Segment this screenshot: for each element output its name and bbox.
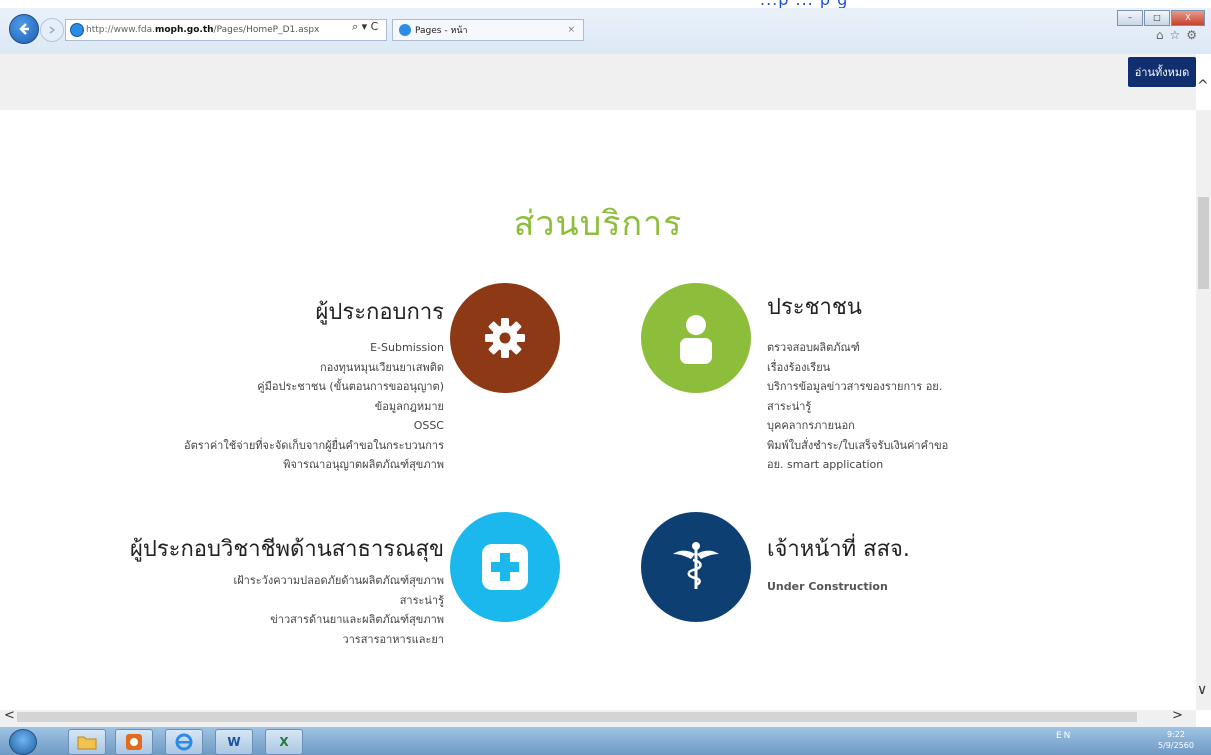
list-item[interactable]: พิจารณาอนุญาตผลิตภัณฑ์สุขภาพ bbox=[184, 455, 444, 475]
list-item[interactable]: สาระน่ารู้ bbox=[233, 591, 444, 611]
list-item[interactable]: กองทุนหมุนเวียนยาเสพติด bbox=[184, 358, 444, 378]
vertical-scroll-thumb[interactable] bbox=[1198, 197, 1209, 289]
operators-heading[interactable]: ผู้ประกอบการ bbox=[316, 294, 444, 329]
list-item[interactable]: เฝ้าระวังความปลอดภัยด้านผลิตภัณฑ์สุขภาพ bbox=[233, 571, 444, 591]
url-domain: moph.go.th bbox=[154, 25, 214, 35]
ie-task[interactable] bbox=[165, 729, 203, 755]
page-header-area bbox=[0, 54, 1196, 110]
clock-time: 9:22 bbox=[1166, 730, 1185, 739]
browser-toolbar: http://www.fda. moph.go.th/Pages/HomeP_D1… bbox=[0, 8, 1211, 54]
caduceus-icon bbox=[673, 542, 719, 589]
close-window-button[interactable]: X bbox=[1171, 10, 1205, 26]
start-button[interactable] bbox=[9, 729, 37, 755]
list-item[interactable]: คู่มือประชาชน (ขั้นตอนการขออนุญาต) bbox=[184, 377, 444, 397]
browser-tab[interactable]: Pages - หน้า × bbox=[392, 19, 584, 41]
professionals-circle[interactable] bbox=[450, 512, 560, 622]
public-heading[interactable]: ประชาชน bbox=[767, 289, 862, 324]
window-controls: – □ X bbox=[1116, 10, 1205, 26]
list-item[interactable]: พิมพ์ใบสั่งชำระ/ใบเสร็จรับเงินค่าคำขอ bbox=[767, 436, 948, 456]
scroll-down-icon[interactable]: ∨ bbox=[1197, 682, 1207, 698]
public-list: ตรวจสอบผลิตภัณฑ์ เรื่องร้องเรียน บริการข… bbox=[767, 338, 948, 475]
person-icon bbox=[680, 315, 712, 364]
ie-icon bbox=[175, 733, 193, 751]
scroll-left-icon[interactable]: < bbox=[4, 708, 15, 723]
read-all-button[interactable]: อ่านทั้งหมด bbox=[1128, 57, 1196, 87]
list-item[interactable]: อย. smart application bbox=[767, 455, 948, 475]
top-link-text[interactable]: ...p ... p g bbox=[760, 0, 848, 8]
list-item[interactable]: บริการข้อมูลข่าวสารของรายการ อย. bbox=[767, 377, 948, 397]
top-strip: ...p ... p g bbox=[0, 0, 1211, 8]
scroll-right-icon[interactable]: > bbox=[1172, 708, 1183, 723]
list-item[interactable]: บุคคลากรภายนอก bbox=[767, 416, 948, 436]
address-bar[interactable]: http://www.fda. moph.go.th/Pages/HomeP_D1… bbox=[65, 19, 387, 41]
horizontal-scroll-thumb[interactable] bbox=[17, 712, 1137, 722]
media-player-icon bbox=[126, 734, 142, 750]
gear-icon bbox=[485, 318, 525, 358]
home-star-gear-icons[interactable]: ⌂☆⚙ bbox=[1156, 28, 1203, 42]
list-item[interactable]: เรื่องร้องเรียน bbox=[767, 358, 948, 378]
operators-list: E-Submission กองทุนหมุนเวียนยาเสพติด คู่… bbox=[184, 338, 444, 475]
ie-page-icon bbox=[70, 23, 84, 37]
list-item[interactable]: สาระน่ารู้ bbox=[767, 397, 948, 417]
tab-title: Pages - หน้า bbox=[415, 26, 468, 36]
maximize-button[interactable]: □ bbox=[1144, 10, 1170, 26]
public-circle[interactable] bbox=[641, 283, 751, 393]
list-item[interactable]: OSSC bbox=[184, 416, 444, 436]
url-suffix: /Pages/HomeP_D1.aspx bbox=[213, 25, 320, 35]
tab-close-icon[interactable]: × bbox=[567, 25, 575, 35]
list-item[interactable]: ข่าวสารด้านยาและผลิตภัณฑ์สุขภาพ bbox=[233, 610, 444, 630]
staff-list: Under Construction bbox=[767, 577, 888, 597]
system-tray[interactable]: EN bbox=[1056, 731, 1072, 741]
word-task[interactable]: W bbox=[215, 729, 253, 755]
staff-circle[interactable] bbox=[641, 512, 751, 622]
medical-cross-icon bbox=[482, 544, 528, 590]
explorer-task[interactable] bbox=[68, 729, 106, 755]
professionals-list: เฝ้าระวังความปลอดภัยด้านผลิตภัณฑ์สุขภาพ … bbox=[233, 571, 444, 649]
list-item[interactable]: ตรวจสอบผลิตภัณฑ์ bbox=[767, 338, 948, 358]
professionals-heading[interactable]: ผู้ประกอบวิชาชีพด้านสาธารณสุข bbox=[130, 531, 444, 566]
caret-up-icon[interactable]: ^ bbox=[1197, 78, 1209, 94]
excel-task[interactable]: X bbox=[265, 729, 303, 755]
back-arrow-icon bbox=[19, 23, 29, 35]
list-item[interactable]: ข้อมูลกฎหมาย bbox=[184, 397, 444, 417]
forward-button[interactable] bbox=[40, 18, 64, 42]
list-item[interactable]: E-Submission bbox=[184, 338, 444, 358]
search-refresh-icon[interactable]: ⌕ ▾ C bbox=[352, 20, 378, 34]
forward-arrow-icon bbox=[49, 26, 56, 34]
staff-heading[interactable]: เจ้าหน้าที่ สสจ. bbox=[767, 531, 910, 566]
list-item[interactable]: อัตราค่าใช้จ่ายที่จะจัดเก็บจากผู้ยื่นคำข… bbox=[184, 436, 444, 456]
clock[interactable]: 9:22 5/9/2560 bbox=[1158, 729, 1194, 751]
clock-date: 5/9/2560 bbox=[1158, 741, 1194, 750]
list-item[interactable]: วารสารอาหารและยา bbox=[233, 630, 444, 650]
minimize-button[interactable]: – bbox=[1117, 10, 1143, 26]
list-item[interactable]: Under Construction bbox=[767, 577, 888, 597]
section-title: ส่วนบริการ bbox=[513, 204, 683, 244]
back-button[interactable] bbox=[9, 14, 39, 44]
media-player-task[interactable] bbox=[115, 729, 153, 755]
operators-circle[interactable] bbox=[450, 283, 560, 393]
folder-icon bbox=[77, 736, 97, 750]
tab-ie-icon bbox=[399, 24, 411, 36]
